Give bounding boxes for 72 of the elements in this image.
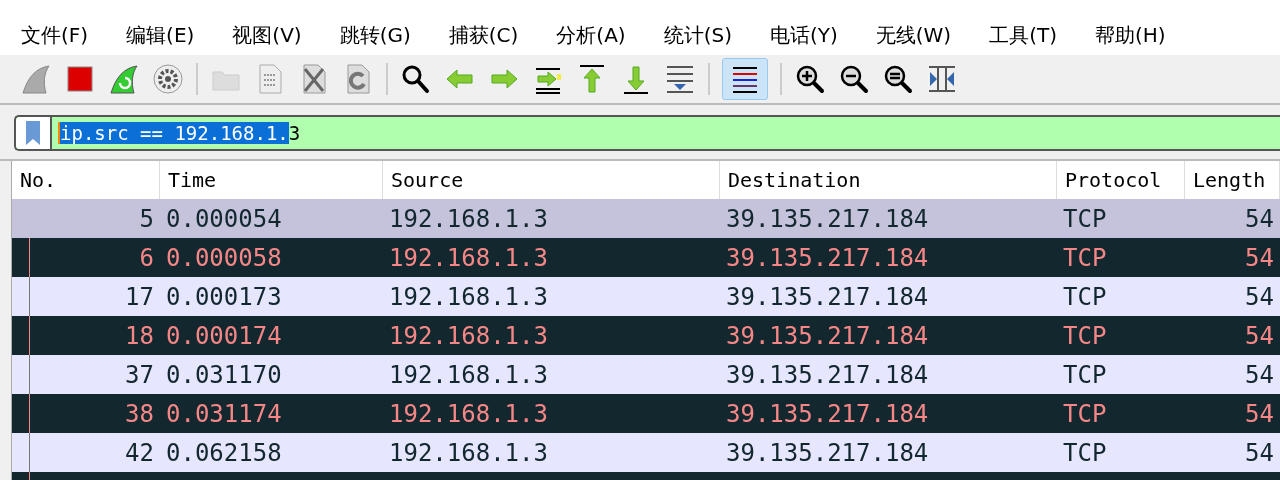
table-cell: 192.168.1.3: [383, 277, 720, 316]
menu-item[interactable]: 统计(S): [652, 21, 743, 49]
table-cell: 54: [1185, 199, 1280, 238]
table-cell: 39.135.217.184: [720, 394, 1057, 433]
menu-item[interactable]: 无线(W): [864, 21, 963, 49]
table-cell: 192.168.1.3: [383, 238, 720, 277]
table-cell: 192.168.1.3: [383, 394, 720, 433]
menu-item[interactable]: 跳转(G): [328, 21, 422, 49]
menu-item[interactable]: 捕获(C): [437, 21, 530, 49]
colorize-toggle[interactable]: [722, 58, 768, 100]
table-cell: 54: [1185, 433, 1280, 472]
zoom-in-icon[interactable]: [794, 63, 826, 95]
menu-item[interactable]: 分析(A): [545, 21, 637, 49]
table-cell: TCP: [1057, 394, 1185, 433]
table-cell: 54: [1185, 316, 1280, 355]
column-header[interactable]: Length: [1185, 161, 1280, 199]
table-cell: 17: [12, 277, 160, 316]
menu-item[interactable]: 电话(Y): [758, 21, 849, 49]
display-filter-field[interactable]: ip.src == 192.168.1.3: [14, 115, 1280, 151]
table-cell: 0.000054: [160, 199, 383, 238]
column-header[interactable]: Destination: [720, 161, 1057, 199]
table-cell: 0.031174: [160, 394, 383, 433]
stop-icon[interactable]: [64, 63, 96, 95]
menu-item[interactable]: 视图(V): [221, 21, 313, 49]
table-cell: 39.135.217.184: [720, 277, 1057, 316]
table-cell: 39.135.217.184: [720, 355, 1057, 394]
table-cell: 192.168.1.3: [383, 316, 720, 355]
table-cell: 39.135.217.184: [720, 238, 1057, 277]
table-cell: 18: [12, 316, 160, 355]
column-header[interactable]: Source: [383, 161, 720, 199]
menu-item[interactable]: 文件(F): [10, 21, 100, 49]
table-cell: 5: [12, 199, 160, 238]
table-cell: 0.000174: [160, 316, 383, 355]
table-cell: 38: [12, 394, 160, 433]
search-icon[interactable]: [400, 63, 432, 95]
table-cell: TCP: [1057, 316, 1185, 355]
column-header[interactable]: Protocol: [1057, 161, 1185, 199]
table-cell: 54: [1185, 238, 1280, 277]
menu-item[interactable]: 编辑(E): [115, 21, 206, 49]
table-cell: 39.135.217.184: [720, 199, 1057, 238]
table-cell: 54: [1185, 355, 1280, 394]
column-header[interactable]: No.: [12, 161, 160, 199]
table-cell: 37: [12, 355, 160, 394]
table-cell: 6: [12, 238, 160, 277]
table-cell: 42: [12, 433, 160, 472]
table-cell: 0.062158: [160, 433, 383, 472]
settings-icon[interactable]: [152, 63, 184, 95]
table-cell: 0.000058: [160, 238, 383, 277]
table-cell: 192.168.1.3: [383, 433, 720, 472]
zoom-out-icon[interactable]: [838, 63, 870, 95]
menu-item[interactable]: 工具(T): [978, 21, 1068, 49]
menu-item[interactable]: 帮助(H): [1084, 21, 1177, 49]
table-cell: TCP: [1057, 238, 1185, 277]
table-cell: 192.168.1.3: [383, 199, 720, 238]
table-cell: TCP: [1057, 277, 1185, 316]
table-cell: TCP: [1057, 355, 1185, 394]
autoscroll-icon[interactable]: [664, 63, 696, 95]
zoom-reset-icon[interactable]: [882, 63, 914, 95]
table-cell: 0.000173: [160, 277, 383, 316]
table-cell: TCP: [1057, 199, 1185, 238]
table-cell: TCP: [1057, 433, 1185, 472]
restart-icon[interactable]: [108, 63, 140, 95]
shark-fin-icon[interactable]: [20, 63, 52, 95]
table-cell: 39.135.217.184: [720, 433, 1057, 472]
resize-columns-icon[interactable]: [926, 63, 958, 95]
table-cell: 39.135.217.184: [720, 316, 1057, 355]
column-header[interactable]: Time: [160, 161, 383, 199]
table-cell: 54: [1185, 394, 1280, 433]
table-cell: 192.168.1.3: [383, 355, 720, 394]
bookmark-icon[interactable]: [25, 120, 41, 146]
table-cell: 0.031170: [160, 355, 383, 394]
table-cell: 54: [1185, 277, 1280, 316]
